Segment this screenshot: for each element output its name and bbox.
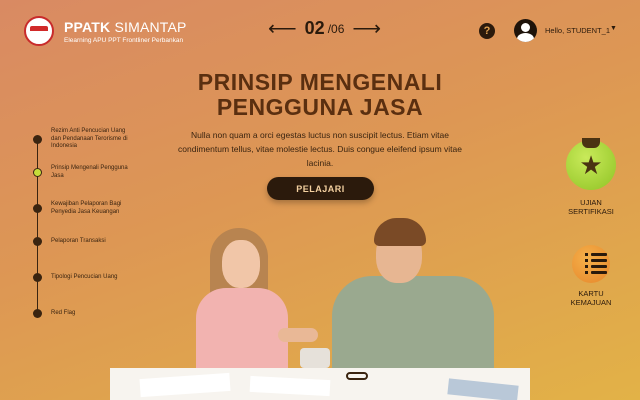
timeline-label: Prinsip Mengenali Pengguna Jasa <box>51 165 128 179</box>
arrow-right-icon[interactable]: ⟶ <box>352 19 381 39</box>
arrow-left-icon[interactable]: ⟵ <box>268 19 297 39</box>
brand: PPATK SIMANTAP Elearning APU PPT Frontli… <box>64 19 187 44</box>
handshake <box>278 328 318 342</box>
timeline-label: Kewajiban Pelaporan Bagi Penyedia Jasa K… <box>51 201 122 215</box>
timeline-item[interactable]: Rezim Anti Pencucian Uang dan Pendanaan … <box>33 128 131 151</box>
timeline-item-active[interactable]: Prinsip Mengenali Pengguna Jasa <box>33 165 131 180</box>
total-pages: /06 <box>327 21 345 36</box>
pelajari-button[interactable]: PELAJARI <box>267 177 374 200</box>
timeline-dot <box>33 204 42 213</box>
glasses <box>346 372 368 380</box>
user-greeting[interactable]: Hello, STUDENT_1 <box>545 26 610 35</box>
current-page: 02 <box>304 18 325 38</box>
man-figure <box>332 276 494 376</box>
page-description: Nulla non quam a orci egestas luctus non… <box>178 130 462 168</box>
timeline-dot <box>33 134 42 144</box>
timeline-item[interactable]: Kewajiban Pelaporan Bagi Penyedia Jasa K… <box>33 201 131 216</box>
medal-ribbon <box>582 138 600 148</box>
man-hair <box>374 218 426 246</box>
brand-title: PPATK SIMANTAP <box>64 19 187 35</box>
checklist-icon <box>585 250 607 277</box>
ppatk-logo <box>24 16 54 46</box>
brand-subtitle: Elearning APU PPT Frontliner Perbankan <box>64 37 184 44</box>
kartu-kemajuan-label: KARTU KEMAJUAN <box>570 289 612 307</box>
timeline-line <box>37 136 38 314</box>
page-navigator: ⟵ 02 /06 ⟶ <box>268 18 381 39</box>
handshake-illustration <box>110 218 530 400</box>
ujian-sertifikasi-label: UJIAN SERTIFIKASI <box>568 198 614 216</box>
star-medal-icon: ★ <box>579 150 603 180</box>
chevron-down-icon[interactable]: ▼ <box>610 25 617 32</box>
timeline-dot <box>33 309 42 318</box>
timeline-label: Rezim Anti Pencucian Uang dan Pendanaan … <box>51 128 128 149</box>
avatar[interactable] <box>514 19 537 42</box>
woman-figure <box>196 288 288 378</box>
help-icon[interactable]: ? <box>479 23 495 39</box>
timeline-dot <box>33 273 42 282</box>
timeline-dot <box>33 237 42 246</box>
timeline-dot-active <box>33 168 42 177</box>
chair <box>300 348 330 368</box>
woman-face <box>222 240 260 288</box>
page-title: PRINSIP MENGENALI PENGGUNA JASA <box>197 69 443 120</box>
